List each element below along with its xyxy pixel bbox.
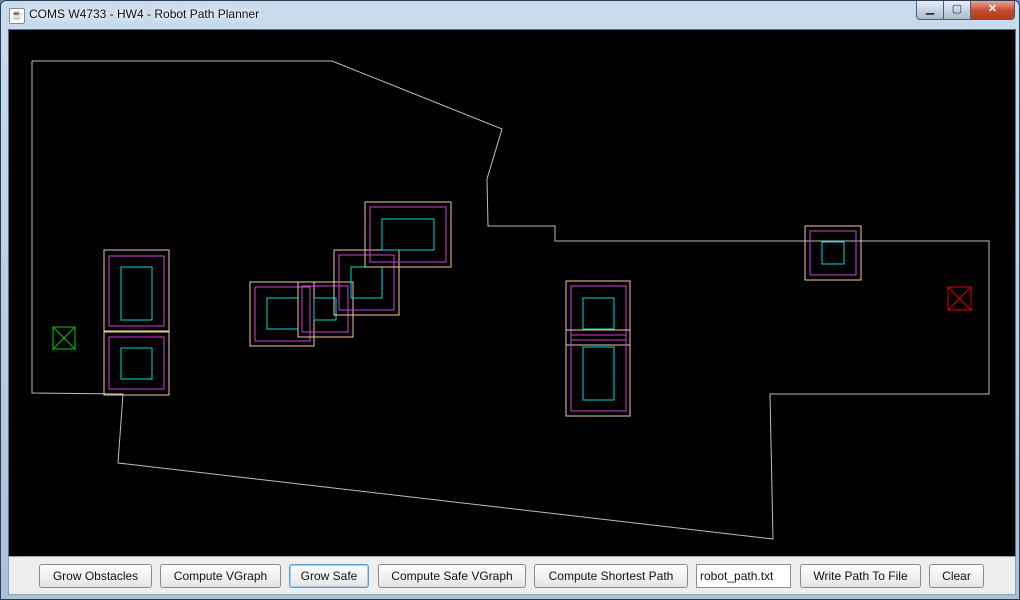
obstacle-grown-6 — [369, 206, 447, 263]
app-window: ☕ COMS W4733 - HW4 - Robot Path Planner … — [0, 0, 1020, 600]
write-path-button[interactable]: Write Path To File — [800, 564, 921, 588]
obstacle-safe-3 — [249, 281, 315, 347]
planner-canvas[interactable] — [8, 29, 1016, 557]
obstacle-safe-2 — [103, 330, 170, 396]
java-app-icon: ☕ — [9, 8, 25, 24]
window-title: COMS W4733 - HW4 - Robot Path Planner — [29, 7, 260, 21]
obstacle-safe-6 — [364, 201, 452, 268]
obstacle-8 — [582, 346, 615, 401]
goal-marker — [947, 286, 972, 311]
obstacle-grown-7 — [570, 285, 627, 341]
obstacle-7 — [582, 297, 615, 330]
grow-obstacles-button[interactable]: Grow Obstacles — [39, 564, 152, 588]
obstacle-safe-8 — [565, 329, 631, 417]
compute-vgraph-button[interactable]: Compute VGraph — [160, 564, 281, 588]
grow-safe-button[interactable]: Grow Safe — [289, 564, 369, 588]
maximize-button[interactable]: ▢ — [944, 1, 971, 20]
world-boundary — [31, 60, 990, 540]
compute-safe-vgraph-button[interactable]: Compute Safe VGraph — [378, 564, 526, 588]
close-button[interactable]: ✕ — [971, 1, 1015, 20]
compute-shortest-path-button[interactable]: Compute Shortest Path — [534, 564, 688, 588]
obstacle-5 — [350, 266, 383, 299]
clear-button[interactable]: Clear — [929, 564, 984, 588]
obstacle-grown-2 — [108, 336, 165, 390]
obstacle-safe-9 — [804, 225, 862, 281]
obstacle-1 — [120, 266, 153, 321]
minimize-button[interactable]: ▁ — [916, 1, 944, 20]
control-toolbar: Grow Obstacles Compute VGraph Grow Safe … — [8, 556, 1016, 595]
obstacle-4 — [313, 297, 337, 321]
title-bar[interactable]: ☕ COMS W4733 - HW4 - Robot Path Planner … — [1, 1, 1019, 29]
obstacle-3 — [266, 297, 299, 330]
obstacle-6 — [381, 218, 435, 251]
obstacle-grown-9 — [809, 230, 857, 276]
obstacle-grown-4 — [301, 285, 349, 333]
map-drawing — [31, 60, 990, 540]
start-marker — [52, 326, 76, 350]
obstacle-2 — [120, 347, 153, 380]
window-controls: ▁ ▢ ✕ — [916, 1, 1015, 20]
obstacle-9 — [821, 241, 845, 265]
output-filename-field[interactable]: robot_path.txt — [696, 564, 791, 588]
